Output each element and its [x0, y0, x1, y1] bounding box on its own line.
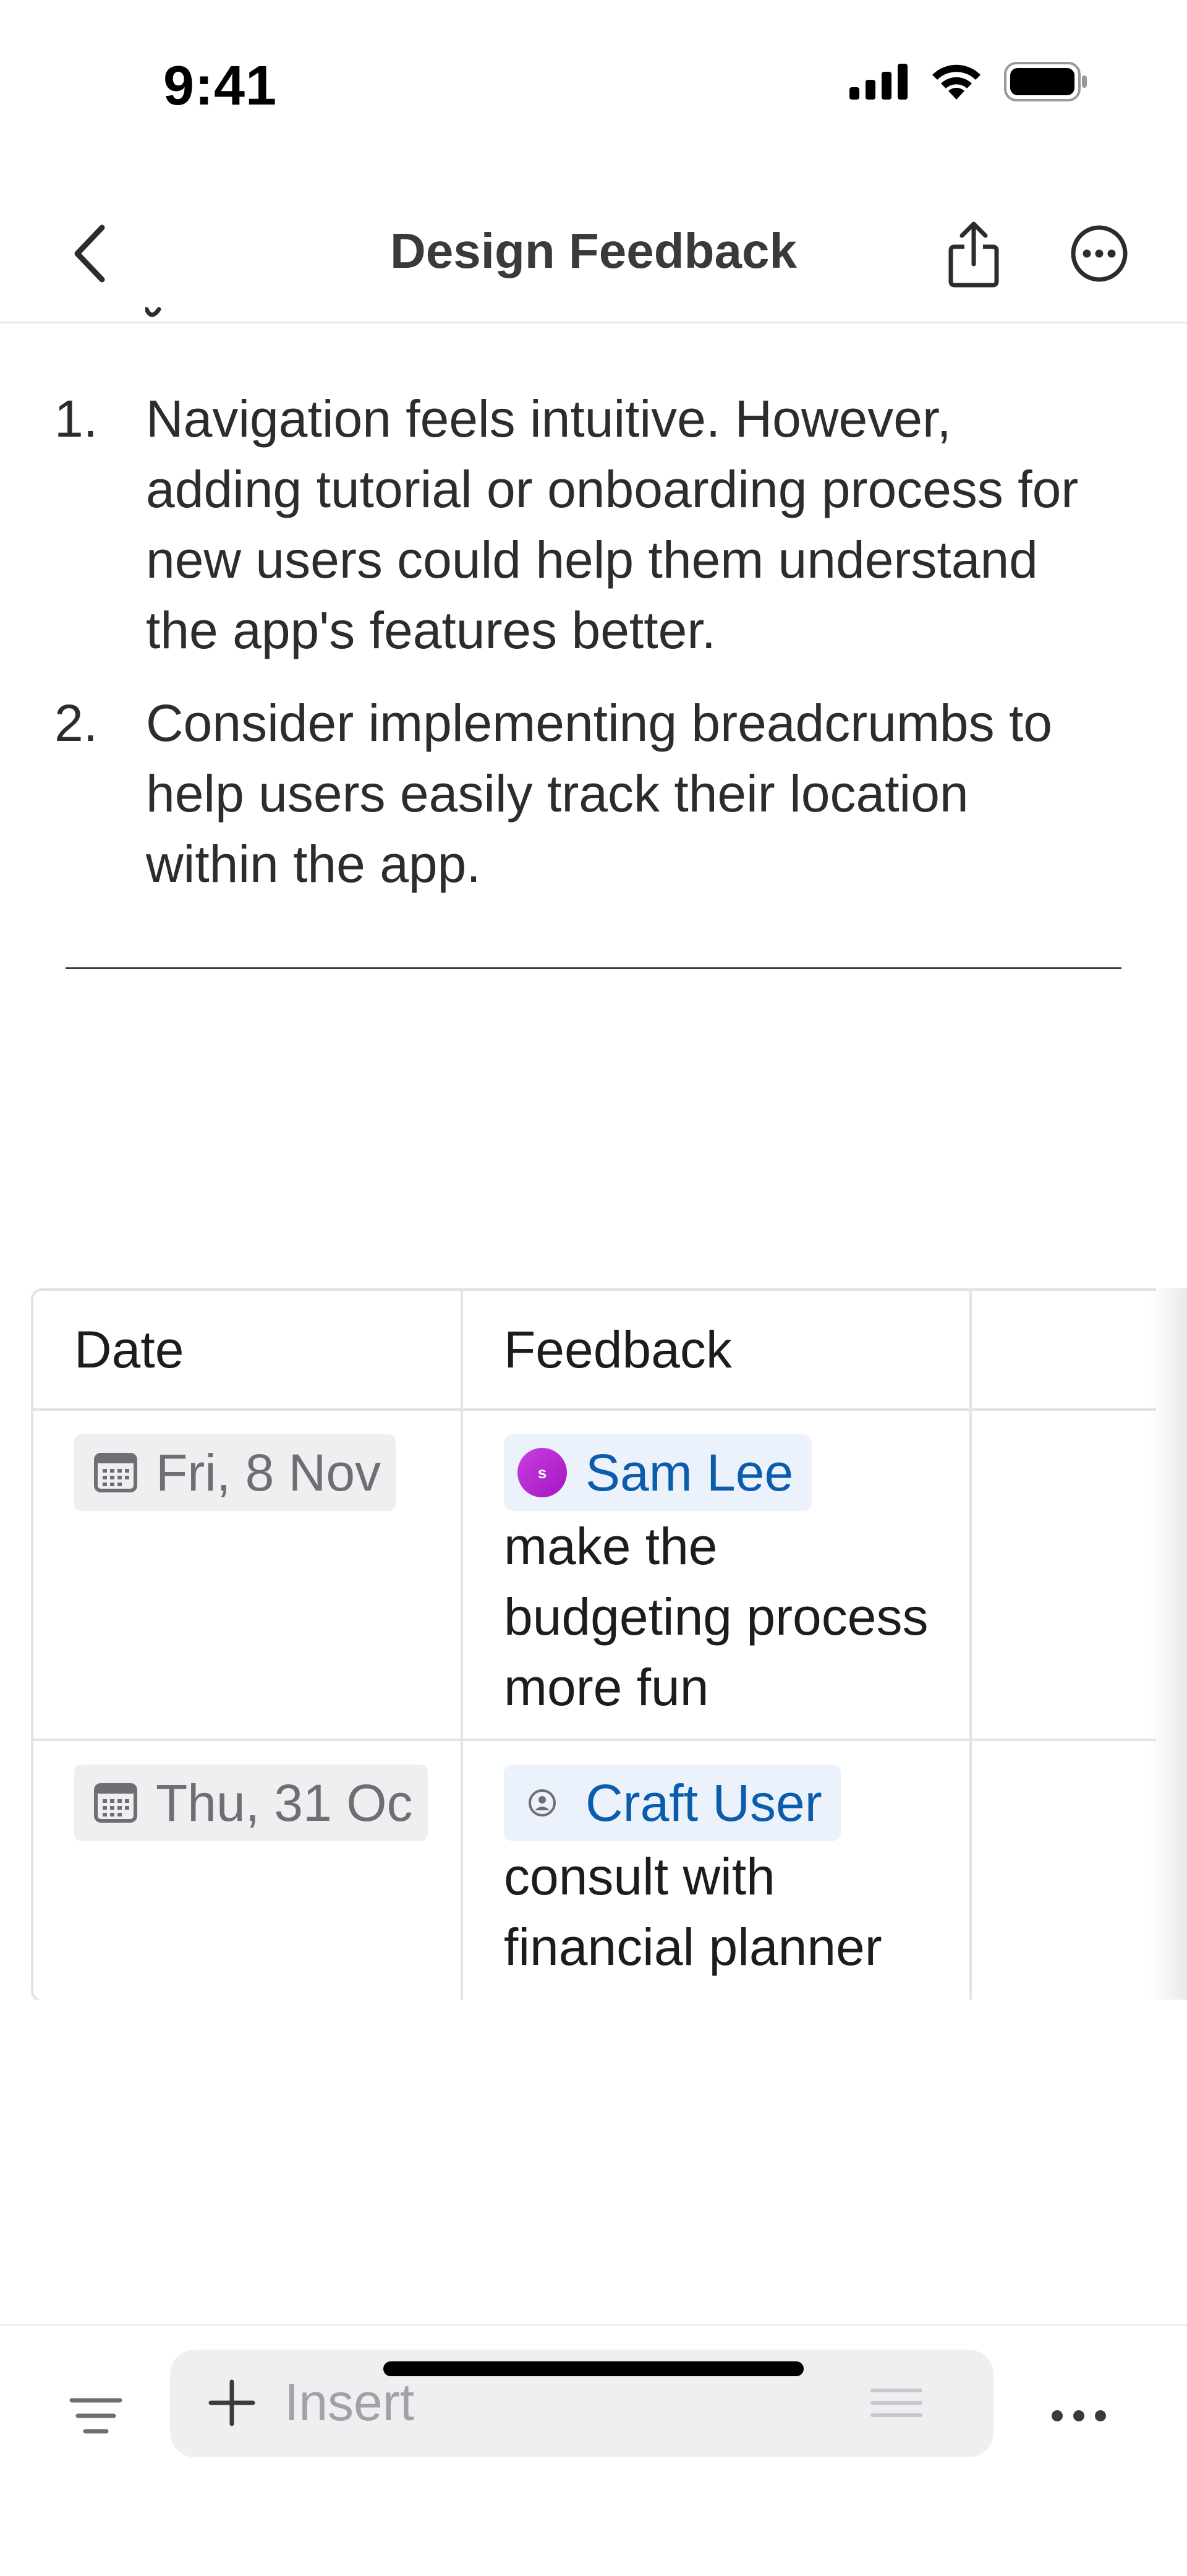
ellipsis-circle-icon: [1071, 225, 1128, 282]
page-title: Design Feedback: [389, 223, 797, 278]
table-row: Fri, 8 Nov s Sam Lee make the budgeting …: [33, 1411, 1156, 1741]
mention-name: Sam Lee: [585, 1443, 794, 1502]
calendar-icon: [94, 1453, 137, 1492]
column-header-extra[interactable]: [972, 1291, 1156, 1408]
more-button[interactable]: [1045, 2385, 1113, 2447]
avatar: s: [517, 1448, 567, 1497]
plus-icon: [208, 2379, 255, 2426]
calendar-icon: [94, 1783, 137, 1823]
cellular-signal-icon: [849, 64, 908, 100]
mention-name: Craft User: [585, 1773, 822, 1832]
list-item-text: Consider implementing breadcrumbs to hel…: [146, 694, 1053, 893]
column-header-feedback[interactable]: Feedback: [463, 1291, 972, 1408]
insert-label: Insert: [284, 2373, 415, 2431]
table-cell-feedback[interactable]: s Sam Lee make the budgeting process mor…: [463, 1411, 972, 1739]
wifi-icon: [932, 64, 981, 100]
mention-chip[interactable]: s Sam Lee: [504, 1434, 812, 1511]
text-align-icon: [69, 2398, 122, 2434]
feedback-list: 1. Navigation feels intuitive. However, …: [0, 383, 1187, 922]
date-chip[interactable]: Thu, 31 Oc: [74, 1765, 428, 1841]
table-cell-extra[interactable]: [972, 1411, 1156, 1739]
column-header-date[interactable]: Date: [33, 1291, 463, 1408]
feedback-table: Date Feedback Fri, 8 Nov s Sam Lee make …: [31, 1288, 1156, 2000]
status-icons: [849, 62, 1088, 101]
list-item[interactable]: 2. Consider implementing breadcrumbs to …: [0, 688, 1187, 899]
status-time: 9:41: [163, 55, 278, 117]
battery-icon: [1004, 62, 1087, 101]
table-row: Thu, 31 Oc Craft User consult with finan…: [33, 1741, 1156, 2000]
status-bar: 9:41: [0, 0, 1187, 148]
table-scroll-fade: [1150, 1288, 1187, 2000]
list-number: 1.: [54, 390, 98, 448]
divider: [66, 967, 1121, 969]
feedback-text: make the budgeting process more fun: [504, 1517, 929, 1716]
more-options-button[interactable]: [1068, 223, 1130, 285]
table-container[interactable]: Date Feedback Fri, 8 Nov s Sam Lee make …: [31, 1288, 1156, 2000]
table-cell-date[interactable]: Thu, 31 Oc: [33, 1741, 463, 2000]
date-chip[interactable]: Fri, 8 Nov: [74, 1434, 396, 1511]
text-style-button[interactable]: [68, 2385, 124, 2447]
feedback-text: consult with financial planner: [504, 1847, 882, 1976]
table-header-row: Date Feedback: [33, 1291, 1156, 1411]
date-value: Fri, 8 Nov: [156, 1443, 381, 1502]
ellipsis-icon: [1052, 2410, 1106, 2421]
table-cell-extra[interactable]: [972, 1741, 1156, 2000]
share-icon: [948, 221, 999, 288]
share-button[interactable]: [943, 218, 1005, 292]
date-value: Thu, 31 Oc: [156, 1773, 413, 1832]
list-item[interactable]: 1. Navigation feels intuitive. However, …: [0, 383, 1187, 665]
scrolled-text-fragment: [145, 303, 219, 328]
mention-chip[interactable]: Craft User: [504, 1765, 841, 1841]
home-indicator[interactable]: [383, 2361, 804, 2376]
lines-icon: [870, 2389, 922, 2417]
list-number: 2.: [54, 694, 98, 752]
list-item-text: Navigation feels intuitive. However, add…: [146, 390, 1079, 659]
table-cell-date[interactable]: Fri, 8 Nov: [33, 1411, 463, 1739]
user-avatar-icon: [517, 1778, 567, 1828]
table-cell-feedback[interactable]: Craft User consult with financial planne…: [463, 1741, 972, 2000]
